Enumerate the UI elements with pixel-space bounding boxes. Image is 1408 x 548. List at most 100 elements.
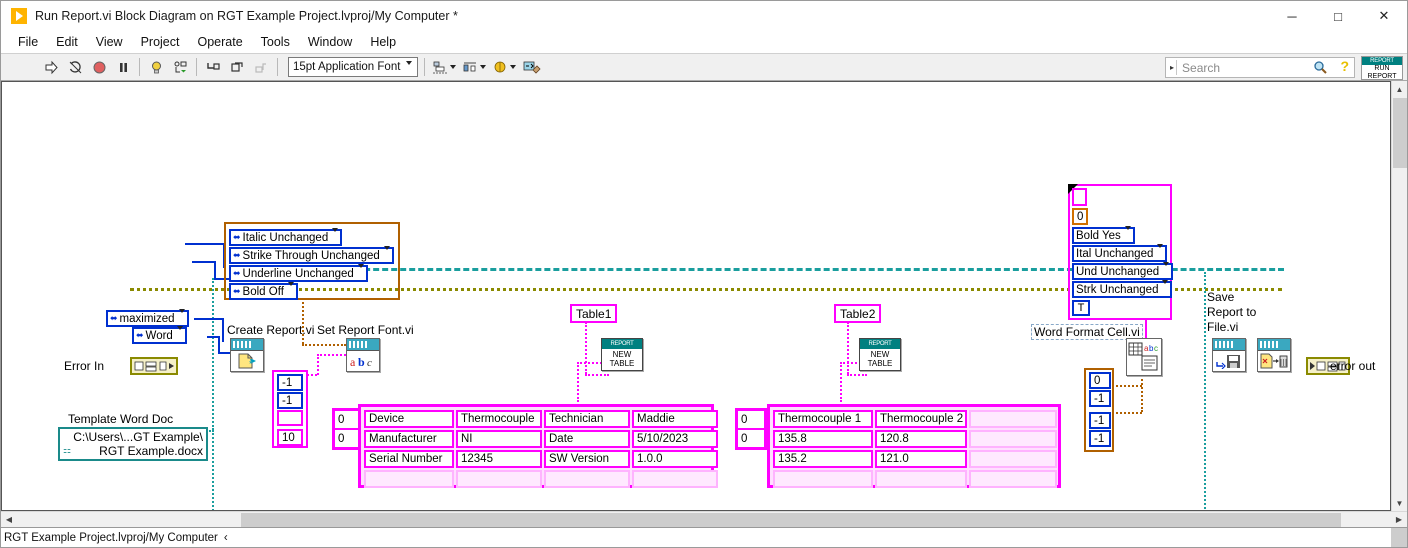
set-report-font-vi-node[interactable]: abc (346, 338, 380, 372)
underline-enum[interactable]: ⬌ Underline Unchanged (229, 263, 368, 282)
align-objects-button[interactable] (429, 56, 459, 78)
menu-edit[interactable]: Edit (47, 33, 87, 51)
scroll-down-arrow[interactable]: ▼ (1392, 495, 1408, 511)
table1-cell-r1-c3[interactable]: 5/10/2023 (632, 430, 718, 448)
template-word-doc-control[interactable]: ⚏ C:\Users\...GT Example\ RGT Example.do… (58, 427, 208, 461)
step-into-button[interactable] (201, 56, 225, 78)
pause-button[interactable] (111, 56, 135, 78)
table1-cell-r0-c3[interactable]: Maddie (632, 410, 718, 428)
italic-enum[interactable]: ⬌ Italic Unchanged (229, 227, 343, 246)
horizontal-scroll-thumb[interactable] (241, 513, 1341, 527)
resize-grip[interactable] (1391, 528, 1407, 547)
menu-project[interactable]: Project (132, 33, 189, 51)
font-size-const-3[interactable] (277, 410, 303, 426)
table2-label[interactable]: Table2 (834, 304, 882, 323)
table1-cell-r0-c0[interactable]: Device (364, 410, 454, 428)
cell-range-const-4[interactable]: -1 (1089, 430, 1111, 447)
table1-array[interactable]: Device Thermocouple Technician Maddie Manufa… (358, 404, 718, 488)
cell-range-const-3[interactable]: -1 (1089, 412, 1111, 429)
table1-cell-r0-c2[interactable]: Technician (544, 410, 630, 428)
table2-cell-r2-c2[interactable] (969, 450, 1057, 468)
table1-cell-r3-c3[interactable] (632, 470, 718, 488)
reorder-button[interactable] (489, 56, 519, 78)
clean-up-diagram-button[interactable] (519, 56, 545, 78)
table1-cell-r3-c2[interactable] (544, 470, 630, 488)
word-enum[interactable]: ⬌ Word (132, 325, 187, 344)
table1-cell-r1-c1[interactable]: NI (456, 430, 542, 448)
table1-cell-r2-c2[interactable]: SW Version (544, 450, 630, 468)
dispose-report-vi-node[interactable] (1257, 338, 1291, 372)
table1-cell-r1-c2[interactable]: Date (544, 430, 630, 448)
maximize-button[interactable]: □ (1315, 1, 1361, 31)
table2-cell-r2-c1[interactable]: 121.0 (875, 450, 967, 468)
help-icon[interactable]: ? (1340, 58, 1349, 74)
block-diagram-canvas[interactable]: ⬌ Italic Unchanged ⬌ Strike Through Unch… (1, 81, 1391, 511)
search-icon[interactable] (1313, 60, 1328, 80)
table1-cell-r3-c1[interactable] (456, 470, 542, 488)
minimize-button[interactable]: ─ (1269, 1, 1315, 31)
table2-cell-r3-c1[interactable] (875, 470, 967, 488)
scroll-right-arrow[interactable]: ▶ (1391, 512, 1407, 528)
table2-array[interactable]: Thermocouple 1 Thermocouple 2 135.8 120.8 13… (767, 404, 1061, 488)
table2-cell-r1-c0[interactable]: 135.8 (773, 430, 873, 448)
table1-cell-r2-c0[interactable]: Serial Number (364, 450, 454, 468)
step-over-button[interactable] (225, 56, 249, 78)
status-bar-chevron[interactable]: ‹ (224, 532, 228, 544)
menu-help[interactable]: Help (361, 33, 405, 51)
table2-cell-r3-c0[interactable] (773, 470, 873, 488)
bold-enum[interactable]: ⬌ Bold Off (229, 281, 298, 300)
word-format-cell-vi-node[interactable]: a b c (1126, 338, 1162, 376)
ital-unchanged-enum[interactable]: Ital Unchanged (1072, 243, 1168, 262)
run-report-vi-icon[interactable]: REPORT RUN REPORT (1361, 56, 1403, 80)
font-selector[interactable]: 15pt Application Font (288, 57, 418, 77)
cell-range-const-1[interactable]: 0 (1089, 372, 1111, 389)
new-table-node-2[interactable]: REPORT NEW TABLE (859, 338, 901, 371)
table1-cell-r2-c3[interactable]: 1.0.0 (632, 450, 718, 468)
new-table-node-1[interactable]: REPORT NEW TABLE (601, 338, 643, 371)
menu-view[interactable]: View (87, 33, 132, 51)
table2-cell-r1-c1[interactable]: 120.8 (875, 430, 967, 448)
table1-cell-r3-c0[interactable] (364, 470, 454, 488)
table2-cell-r1-c2[interactable] (969, 430, 1057, 448)
font-size-const-4[interactable]: 10 (277, 429, 303, 446)
scroll-left-arrow[interactable]: ◀ (1, 512, 17, 528)
table1-cell-r0-c1[interactable]: Thermocouple (456, 410, 542, 428)
abort-execution-button[interactable] (87, 56, 111, 78)
table1-cell-r1-c0[interactable]: Manufacturer (364, 430, 454, 448)
bold-yes-enum[interactable]: Bold Yes (1072, 225, 1135, 244)
format-cluster-name-box[interactable] (1072, 188, 1087, 206)
menu-file[interactable]: File (9, 33, 47, 51)
menu-tools[interactable]: Tools (252, 33, 299, 51)
menu-window[interactable]: Window (299, 33, 361, 51)
step-out-button[interactable] (249, 56, 273, 78)
table2-cell-r0-c0[interactable]: Thermocouple 1 (773, 410, 873, 428)
horizontal-scrollbar[interactable]: ◀ ▶ (1, 511, 1407, 527)
strk-unchanged-enum[interactable]: Strk Unchanged (1072, 279, 1173, 298)
vertical-scroll-thumb[interactable] (1393, 98, 1407, 168)
close-button[interactable]: ✕ (1361, 1, 1407, 31)
error-in-terminal[interactable] (130, 357, 178, 375)
scroll-up-arrow[interactable]: ▲ (1392, 81, 1408, 97)
strike-through-enum[interactable]: ⬌ Strike Through Unchanged (229, 245, 394, 264)
search-dropdown-icon[interactable]: ▸ (1170, 63, 1174, 72)
search-input[interactable]: ▸ Search (1165, 57, 1355, 78)
und-unchanged-enum[interactable]: Und Unchanged (1072, 261, 1174, 280)
bool-true-constant[interactable]: T (1072, 300, 1090, 316)
vertical-scrollbar[interactable]: ▲ ▼ (1391, 81, 1407, 511)
run-button[interactable] (39, 56, 63, 78)
table2-cell-r3-c2[interactable] (969, 470, 1057, 488)
table2-index-display[interactable]: 0 0 (735, 408, 767, 450)
menu-operate[interactable]: Operate (188, 33, 251, 51)
table2-cell-r0-c2[interactable] (969, 410, 1057, 428)
distribute-objects-button[interactable] (459, 56, 489, 78)
save-report-to-file-vi-node[interactable] (1212, 338, 1246, 372)
run-continuously-button[interactable] (63, 56, 87, 78)
table1-label[interactable]: Table1 (570, 304, 618, 323)
table2-index-col[interactable]: 0 (737, 429, 765, 448)
cell-range-const-2[interactable]: -1 (1089, 390, 1111, 407)
format-size-const[interactable]: 0 (1072, 208, 1088, 225)
table2-index-row[interactable]: 0 (737, 410, 765, 429)
font-size-const-1[interactable]: -1 (277, 374, 303, 391)
maximized-enum[interactable]: ⬌ maximized (106, 308, 189, 327)
table2-cell-r0-c1[interactable]: Thermocouple 2 (875, 410, 967, 428)
